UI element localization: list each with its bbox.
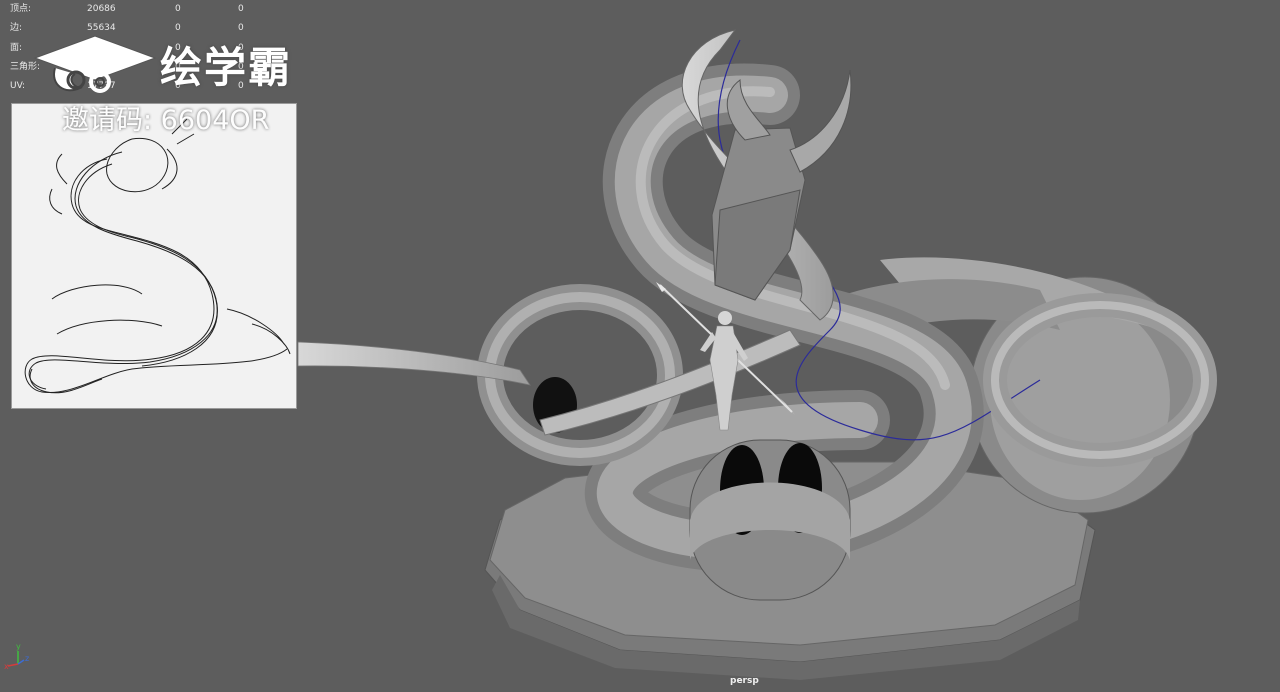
hud-label: 顶点: [10, 4, 32, 14]
axis-label-y: y [16, 642, 21, 651]
hud-label: UV: [10, 81, 26, 92]
watermark-logo: 绘学霸 邀请码: 6604OR [30, 30, 320, 140]
hud-label: 边: [10, 23, 23, 34]
hud-value: 0 [175, 4, 181, 14]
dragon-sketch-drawing [24, 118, 291, 394]
hud-row-vertices: 顶点: 20686 0 0 [10, 0, 270, 19]
camera-name-label: persp [730, 676, 759, 686]
reference-image-plane[interactable] [11, 103, 297, 409]
hud-value: 0 [238, 4, 244, 14]
ring-ribbon-front [689, 439, 851, 601]
watermark-brand: 绘学霸 [160, 43, 293, 92]
hud-value: 20686 [87, 4, 116, 14]
axis-gizmo: y x z [4, 642, 34, 674]
axis-label-z: z [25, 654, 30, 663]
graduation-cap-logo-icon [33, 35, 157, 93]
hud-label: 面: [10, 42, 23, 53]
axis-label-x: x [4, 662, 9, 671]
watermark-invite-code: 邀请码: 6604OR [62, 105, 270, 136]
